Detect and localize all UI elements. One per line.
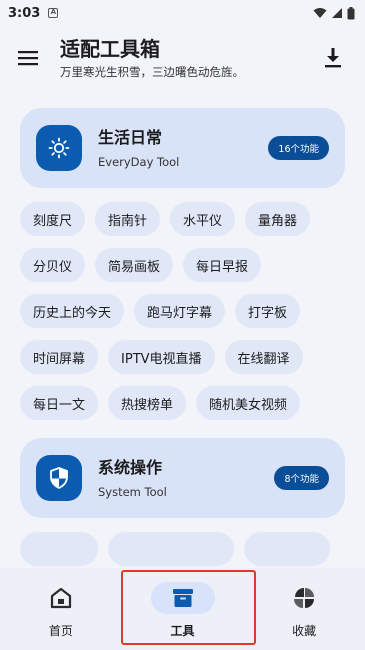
tool-chip[interactable]: 随机美女视频 — [196, 386, 301, 420]
app-title: 适配工具箱 — [60, 37, 160, 61]
menu-button[interactable] — [0, 30, 56, 86]
tool-chip[interactable] — [20, 532, 98, 566]
nav-label: 工具 — [170, 624, 195, 638]
nav-item-favorites[interactable]: 收藏 — [243, 568, 365, 650]
category-subtitle: EveryDay Tool — [98, 155, 180, 169]
download-button[interactable] — [309, 34, 357, 82]
category-card-system[interactable]: 系统操作 System Tool 8个功能 — [20, 438, 345, 518]
nav-label: 收藏 — [292, 624, 317, 638]
title-block: 适配工具箱 万里寒光生积雪，三边曙色动危旌。 — [56, 36, 309, 80]
category-title: 生活日常 — [98, 128, 163, 147]
category-text: 生活日常 EveryDay Tool — [98, 127, 268, 169]
category-title: 系统操作 — [98, 458, 163, 477]
nav-item-tools[interactable]: 工具 — [122, 568, 244, 650]
nav-icon-container — [29, 582, 93, 614]
app-subtitle: 万里寒光生积雪，三边曙色动危旌。 — [60, 65, 244, 79]
tool-chip[interactable]: 在线翻译 — [224, 340, 303, 374]
tool-chip[interactable]: 跑马灯字幕 — [134, 294, 226, 328]
category-icon-container — [36, 455, 82, 501]
category-count-badge: 16个功能 — [268, 136, 329, 160]
category-subtitle: System Tool — [98, 485, 167, 499]
category-text: 系统操作 System Tool — [98, 457, 274, 499]
status-time: 3:03 — [8, 5, 41, 21]
shield-icon — [50, 467, 68, 489]
category-icon-container — [36, 125, 82, 171]
tools-content[interactable]: 生活日常 EveryDay Tool 16个功能 刻度尺 指南针 水平仪 量角器… — [0, 96, 365, 568]
a-badge-icon: A — [48, 8, 59, 18]
bottom-navigation: 首页 工具 收藏 — [0, 568, 365, 650]
download-icon — [325, 48, 341, 68]
tool-chip[interactable]: 历史上的今天 — [20, 294, 125, 328]
tool-chip[interactable]: 打字板 — [235, 294, 301, 328]
tool-chip[interactable]: 量角器 — [245, 202, 311, 236]
signal-icon — [332, 8, 342, 18]
tool-chip[interactable]: 分贝仪 — [20, 248, 86, 282]
tool-chip[interactable]: 热搜榜单 — [108, 386, 187, 420]
nav-item-home[interactable]: 首页 — [0, 568, 122, 650]
tool-chip[interactable] — [108, 532, 234, 566]
wifi-icon — [313, 8, 327, 18]
home-icon — [50, 587, 71, 609]
nav-label: 首页 — [48, 624, 73, 638]
status-icons — [313, 6, 355, 20]
tool-chip-list-peek — [20, 532, 345, 566]
toolbox-icon — [172, 589, 193, 607]
category-card-everyday[interactable]: 生活日常 EveryDay Tool 16个功能 — [20, 108, 345, 188]
sun-icon — [48, 137, 70, 159]
tool-chip[interactable]: 每日一文 — [20, 386, 99, 420]
category-count-badge: 8个功能 — [274, 466, 329, 490]
tool-chip[interactable] — [244, 532, 330, 566]
battery-icon — [347, 6, 355, 19]
tool-chip[interactable]: 刻度尺 — [20, 202, 86, 236]
status-bar: 3:03 A — [0, 0, 365, 26]
favorites-icon — [294, 588, 315, 608]
tool-chip-list: 刻度尺 指南针 水平仪 量角器 分贝仪 简易画板 每日早报 历史上的今天 跑马灯… — [20, 202, 345, 420]
tool-chip[interactable]: 简易画板 — [95, 248, 174, 282]
app-bar: 适配工具箱 万里寒光生积雪，三边曙色动危旌。 — [0, 26, 365, 90]
tool-chip[interactable]: 水平仪 — [170, 202, 236, 236]
tool-chip[interactable]: 时间屏幕 — [20, 340, 99, 374]
tool-chip[interactable]: 每日早报 — [183, 248, 262, 282]
tool-chip[interactable]: 指南针 — [95, 202, 161, 236]
tool-chip[interactable]: IPTV电视直播 — [108, 340, 215, 374]
nav-icon-container — [150, 582, 215, 614]
menu-icon — [18, 51, 38, 66]
nav-icon-container — [272, 582, 336, 614]
